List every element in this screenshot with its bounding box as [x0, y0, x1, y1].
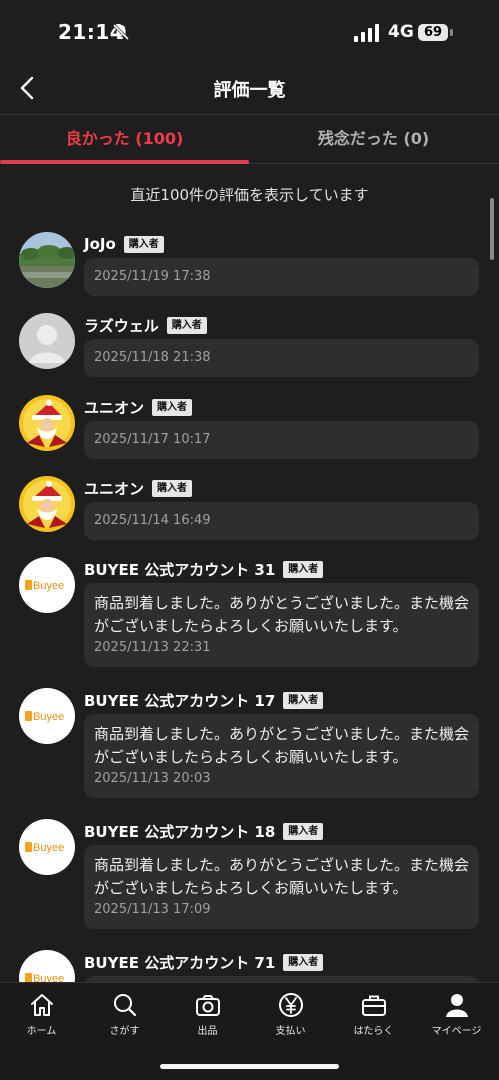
reviewer-name[interactable]: BUYEE 公式アカウント 71 — [84, 952, 275, 973]
review-date: 2025/11/17 10:17 — [94, 432, 211, 447]
name-row: BUYEE 公式アカウント 18 購入者 — [84, 819, 324, 843]
buyer-badge: 購入者 — [283, 953, 324, 971]
landscape-avatar-icon — [19, 232, 75, 288]
avatar[interactable]: Buyee — [19, 688, 75, 744]
reviewer-name[interactable]: ユニオン — [84, 478, 144, 499]
signal-icon — [354, 24, 379, 42]
avatar[interactable] — [19, 232, 75, 288]
name-row: BUYEE 公式アカウント 17 購入者 — [84, 688, 324, 712]
review-date: 2025/11/19 17:38 — [94, 269, 211, 284]
camera-icon — [195, 995, 220, 1016]
buyee-logo-icon: Buyee — [19, 557, 75, 613]
page-title: 評価一覧 — [213, 80, 286, 101]
nav-label: さがす — [109, 1026, 140, 1037]
review-bubble: 商品到着しました。ありがとうございました。また機会がございましたらよろしくお願い… — [84, 583, 479, 667]
battery-level: 69 — [418, 24, 448, 41]
nav-sell[interactable]: 出品 — [166, 991, 249, 1037]
status-bar: 21:14 4G 69 — [0, 0, 499, 64]
buyer-badge: 購入者 — [152, 479, 193, 497]
review-message: 商品到着しました。ありがとうございました。また機会がございましたらよろしくお願い… — [94, 594, 470, 635]
name-row: ラズウェル 購入者 — [84, 313, 207, 337]
avatar[interactable]: Buyee — [19, 819, 75, 875]
name-row: ユニオン 購入者 — [84, 395, 193, 419]
reviewer-name[interactable]: ユニオン — [84, 397, 144, 418]
reviewer-name[interactable]: BUYEE 公式アカウント 17 — [84, 690, 275, 711]
name-row: JoJo 購入者 — [84, 232, 164, 256]
reviewer-name[interactable]: BUYEE 公式アカウント 31 — [84, 559, 275, 580]
nav-work[interactable]: はたらく — [332, 991, 415, 1037]
review-message: 商品到着しました。ありがとうございました。また機会がございましたらよろしくお願い… — [94, 725, 470, 766]
home-icon — [30, 994, 53, 1016]
nav-home[interactable]: ホーム — [0, 991, 83, 1037]
review-bubble: 2025/11/19 17:38 — [84, 258, 479, 296]
name-row: ユニオン 購入者 — [84, 476, 193, 500]
review-date: 2025/11/13 22:31 — [94, 640, 211, 655]
header: 評価一覧 — [0, 64, 499, 114]
santa-avatar-icon — [19, 395, 75, 451]
buyer-badge: 購入者 — [123, 235, 164, 253]
review-bubble: 商品到着しました。ありがとうございました。また機会がございましたらよろしくお願い… — [84, 845, 479, 929]
review-bubble: 2025/11/18 21:38 — [84, 339, 479, 377]
yen-icon — [278, 993, 303, 1017]
search-icon — [113, 994, 136, 1017]
buyee-logo-icon: Buyee — [19, 819, 75, 875]
buyer-badge: 購入者 — [166, 316, 207, 334]
default-person-icon — [19, 313, 75, 369]
buyer-badge: 購入者 — [152, 398, 193, 416]
buyer-badge: 購入者 — [283, 822, 324, 840]
nav-label: 支払い — [275, 1026, 306, 1037]
buyer-badge: 購入者 — [283, 560, 324, 578]
name-row: BUYEE 公式アカウント 31 購入者 — [84, 557, 324, 581]
review-bubble: 2025/11/14 16:49 — [84, 502, 479, 540]
review-date: 2025/11/14 16:49 — [94, 513, 211, 528]
avatar[interactable] — [19, 313, 75, 369]
buyee-logo-icon: Buyee — [19, 950, 75, 982]
battery-tip — [450, 29, 453, 36]
svg-text:Buyee: Buyee — [33, 973, 64, 982]
nav-label: 出品 — [197, 1026, 218, 1037]
person-icon — [445, 994, 468, 1017]
nav-label: はたらく — [353, 1026, 394, 1037]
tab-bar: 良かった (100) 残念だった (0) — [0, 114, 499, 164]
avatar[interactable]: Buyee — [19, 950, 75, 982]
reviewer-name[interactable]: ラズウェル — [84, 315, 159, 336]
santa-avatar-icon — [19, 476, 75, 532]
avatar[interactable] — [19, 395, 75, 451]
review-date: 2025/11/13 20:03 — [94, 771, 211, 786]
reviewer-name[interactable]: JoJo — [84, 235, 116, 253]
tab-good[interactable]: 良かった (100) — [0, 115, 249, 164]
briefcase-icon — [361, 995, 386, 1016]
name-row: BUYEE 公式アカウント 71 購入者 — [84, 950, 324, 974]
review-list[interactable]: JoJo 購入者 2025/11/19 17:38 ラズウェル 購入者 2025… — [0, 220, 499, 982]
home-indicator — [160, 1064, 339, 1069]
review-bubble: 2025/11/17 10:17 — [84, 421, 479, 459]
network-type: 4G — [388, 22, 414, 42]
nav-label: マイページ — [431, 1026, 482, 1037]
svg-text:Buyee: Buyee — [33, 711, 64, 723]
buyee-logo-icon: Buyee — [19, 688, 75, 744]
review-date: 2025/11/18 21:38 — [94, 350, 211, 365]
svg-text:Buyee: Buyee — [33, 580, 64, 592]
notice-text: 直近100件の評価を表示しています — [130, 186, 369, 204]
review-date: 2025/11/13 17:09 — [94, 902, 211, 917]
bell-muted-icon — [112, 23, 130, 41]
avatar[interactable] — [19, 476, 75, 532]
tab-active-indicator — [0, 160, 249, 164]
buyer-badge: 購入者 — [283, 691, 324, 709]
tab-bad[interactable]: 残念だった (0) — [249, 115, 498, 164]
nav-search[interactable]: さがす — [83, 991, 166, 1037]
svg-text:Buyee: Buyee — [33, 842, 64, 854]
avatar[interactable]: Buyee — [19, 557, 75, 613]
reviewer-name[interactable]: BUYEE 公式アカウント 18 — [84, 821, 275, 842]
nav-payment[interactable]: 支払い — [249, 991, 332, 1037]
review-bubble: 商品到着しました。ありがとうございました。また機会がございましたらよろしくお願い… — [84, 714, 479, 798]
nav-label: ホーム — [26, 1026, 57, 1037]
review-message: 商品到着しました。ありがとうございました。また機会がございましたらよろしくお願い… — [94, 856, 470, 897]
nav-mypage[interactable]: マイページ — [415, 991, 498, 1037]
